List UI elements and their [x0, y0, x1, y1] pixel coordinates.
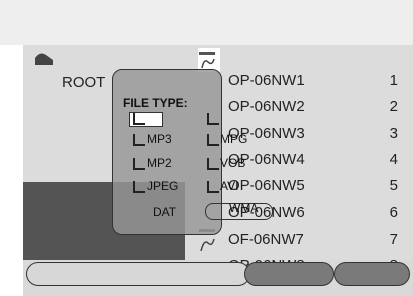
checkbox-icon[interactable]: [207, 158, 219, 170]
checkbox-icon[interactable]: [207, 181, 219, 193]
checkbox-icon: [133, 113, 145, 125]
option-label[interactable]: MP2: [147, 156, 172, 170]
file-row[interactable]: OP-06NW5 5: [228, 177, 408, 197]
file-name: OP-06NW5: [228, 177, 305, 194]
file-row[interactable]: OP-06NW1 1: [228, 72, 408, 92]
option-label[interactable]: MPG: [220, 132, 247, 146]
file-name: OP-06NW2: [228, 98, 305, 115]
option-label[interactable]: AVI: [220, 179, 238, 193]
checkbox-icon[interactable]: [133, 158, 145, 170]
option-label[interactable]: DAT: [153, 205, 176, 219]
status-pill[interactable]: [26, 262, 250, 286]
file-type-input[interactable]: [129, 112, 163, 127]
file-row[interactable]: OP-06NW2 2: [228, 98, 408, 118]
file-number: 1: [389, 72, 398, 89]
control-pill[interactable]: [244, 262, 334, 286]
option-label[interactable]: VOB: [220, 156, 245, 170]
dialog-title: FILE TYPE:: [123, 96, 188, 110]
file-number: 5: [389, 177, 398, 194]
checkbox-icon[interactable]: [133, 181, 145, 193]
checkbox-icon[interactable]: [133, 134, 145, 146]
file-number: 3: [389, 125, 398, 142]
file-row[interactable]: OP-06NW3 3: [228, 125, 408, 145]
file-name: OP-06NW1: [228, 72, 305, 89]
file-row[interactable]: OP-06NW4 4: [228, 151, 408, 171]
file-row[interactable]: OF-06NW7 7: [228, 231, 408, 251]
file-number: 4: [389, 151, 398, 168]
file-number: 6: [389, 204, 398, 221]
option-label[interactable]: WMA: [229, 201, 258, 215]
file-name: OF-06NW7: [228, 231, 304, 248]
control-pill[interactable]: [334, 262, 410, 286]
option-label[interactable]: MP3: [147, 132, 172, 146]
option-label[interactable]: JPEG: [147, 179, 178, 193]
checkbox-icon[interactable]: [207, 134, 219, 146]
file-number: 7: [389, 231, 398, 248]
root-folder-label[interactable]: ROOT: [62, 74, 105, 91]
folder-icon: [35, 53, 53, 65]
checkbox-icon[interactable]: [207, 113, 219, 125]
file-number: 2: [389, 98, 398, 115]
top-bar: [0, 0, 413, 45]
